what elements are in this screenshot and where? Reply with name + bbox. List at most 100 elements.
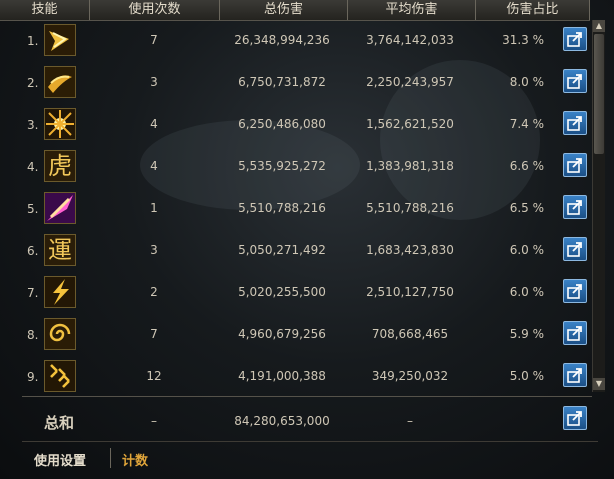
summary-share-button[interactable]: [563, 406, 587, 430]
row-rank: 6.: [27, 244, 39, 258]
damage-share-cell: 6.0 %: [509, 243, 544, 257]
wind-swirl-skill-icon: [44, 66, 76, 98]
header-avg-damage[interactable]: 平均伤害: [348, 0, 476, 20]
tiger-glyph-skill-icon: 虎: [44, 150, 76, 182]
share-button[interactable]: [563, 321, 587, 345]
share-icon: [567, 32, 582, 47]
tiger-glyph: 虎: [48, 152, 72, 180]
summary-avg-damage: –: [407, 414, 413, 428]
share-button[interactable]: [563, 237, 587, 261]
uses-cell: 4: [150, 159, 158, 173]
share-button[interactable]: [563, 27, 587, 51]
luck-glyph-skill-icon: 運: [44, 234, 76, 266]
avg-damage-cell: 3,764,142,033: [366, 33, 454, 47]
tab-count[interactable]: 计数: [122, 450, 148, 469]
damage-share-cell: 6.5 %: [509, 201, 544, 215]
avg-damage-cell: 708,668,465: [371, 327, 449, 341]
table-row: 4. 虎 4 5,535,925,272 1,383,981,318 6.6 %: [0, 146, 590, 188]
damage-share-cell: 6.6 %: [509, 159, 544, 173]
table-row: 3. 4 6,250,486,080 1,562,621,520 7.4 %: [0, 104, 590, 146]
table-row: 6. 運 3 5,050,271,492 1,683,423,830 6.0 %: [0, 230, 590, 272]
row-rank: 7.: [27, 286, 39, 300]
avg-damage-cell: 5,510,788,216: [366, 201, 454, 215]
share-icon: [567, 284, 582, 299]
scroll-down-button[interactable]: ▼: [593, 378, 605, 390]
avg-damage-cell: 349,250,032: [371, 369, 449, 383]
scrollbar[interactable]: ▲ ▼: [592, 20, 605, 392]
share-icon: [567, 158, 582, 173]
footer-tabs: 使用设置 计数: [22, 441, 598, 474]
table-row: 9. 12 4,191,000,388 349,250,032 5.0 %: [0, 356, 590, 398]
header-total-damage[interactable]: 总伤害: [220, 0, 348, 20]
scroll-up-button[interactable]: ▲: [593, 20, 605, 32]
total-damage-cell: 5,020,255,500: [238, 285, 326, 299]
lightning-skill-icon: [44, 276, 76, 308]
row-rank: 2.: [27, 76, 39, 90]
avg-damage-cell: 2,250,243,957: [366, 75, 454, 89]
table-row: 7. 2 5,020,255,500 2,510,127,750 6.0 %: [0, 272, 590, 314]
share-button[interactable]: [563, 153, 587, 177]
total-damage-cell: 6,250,486,080: [238, 117, 326, 131]
total-damage-cell: 4,191,000,388: [238, 369, 326, 383]
uses-cell: 1: [150, 201, 158, 215]
summary-uses: –: [151, 414, 157, 428]
table-row: 5. 1 5,510,788,216 5,510,788,216 6.5 %: [0, 188, 590, 230]
uses-cell: 7: [150, 33, 158, 47]
total-damage-cell: 26,348,994,236: [234, 33, 330, 47]
damage-share-cell: 7.4 %: [509, 117, 544, 131]
row-rank: 1.: [27, 34, 39, 48]
tab-divider: [110, 448, 111, 468]
summary-total-damage: 84,280,653,000: [234, 414, 330, 428]
share-button[interactable]: [563, 195, 587, 219]
header-damage-share[interactable]: 伤害占比: [476, 0, 590, 20]
scroll-thumb[interactable]: [594, 34, 604, 154]
uses-cell: 12: [146, 369, 162, 383]
damage-share-cell: 5.9 %: [509, 327, 544, 341]
avg-damage-cell: 1,683,423,830: [366, 243, 454, 257]
avg-damage-cell: 1,562,621,520: [366, 117, 454, 131]
table-row: 1. 7 26,348,994,236 3,764,142,033 31.3 %: [0, 20, 590, 62]
row-rank: 5.: [27, 202, 39, 216]
summary-divider: [22, 396, 592, 397]
uses-cell: 3: [150, 75, 158, 89]
total-damage-cell: 5,050,271,492: [238, 243, 326, 257]
share-button[interactable]: [563, 111, 587, 135]
damage-share-cell: 31.3 %: [502, 33, 544, 47]
total-damage-cell: 5,510,788,216: [238, 201, 326, 215]
table-header: 技能 使用次数 总伤害 平均伤害 伤害占比: [0, 0, 590, 21]
header-skill[interactable]: 技能: [0, 0, 90, 20]
share-button[interactable]: [563, 69, 587, 93]
uses-cell: 4: [150, 117, 158, 131]
share-icon: [567, 242, 582, 257]
share-icon: [567, 200, 582, 215]
uses-cell: 2: [150, 285, 158, 299]
tab-settings[interactable]: 使用设置: [34, 450, 86, 469]
header-uses[interactable]: 使用次数: [90, 0, 220, 20]
share-icon: [567, 116, 582, 131]
table-row: 8. 7 4,960,679,256 708,668,465 5.9 %: [0, 314, 590, 356]
share-icon: [567, 74, 582, 89]
row-rank: 3.: [27, 118, 39, 132]
share-button[interactable]: [563, 363, 587, 387]
luck-glyph: 運: [48, 236, 72, 264]
total-damage-cell: 6,750,731,872: [238, 75, 326, 89]
row-rank: 4.: [27, 160, 39, 174]
avg-damage-cell: 2,510,127,750: [366, 285, 454, 299]
purple-slash-skill-icon: [44, 192, 76, 224]
share-button[interactable]: [563, 279, 587, 303]
avg-damage-cell: 1,383,981,318: [366, 159, 454, 173]
share-icon: [567, 411, 582, 426]
uses-cell: 3: [150, 243, 158, 257]
damage-share-cell: 5.0 %: [509, 369, 544, 383]
summary-label: 总和: [44, 414, 75, 432]
row-rank: 8.: [27, 328, 39, 342]
damage-share-cell: 6.0 %: [509, 285, 544, 299]
table-row: 2. 3 6,750,731,872 2,250,243,957 8.0 %: [0, 62, 590, 104]
damage-share-cell: 8.0 %: [509, 75, 544, 89]
row-rank: 9.: [27, 370, 39, 384]
burst-skill-icon: [44, 108, 76, 140]
total-damage-cell: 4,960,679,256: [238, 327, 326, 341]
spiral-skill-icon: [44, 318, 76, 350]
slash-arrow-skill-icon: [44, 24, 76, 56]
skill-damage-panel: 技能 使用次数 总伤害 平均伤害 伤害占比 1. 7 26,348,994,23…: [0, 0, 614, 479]
